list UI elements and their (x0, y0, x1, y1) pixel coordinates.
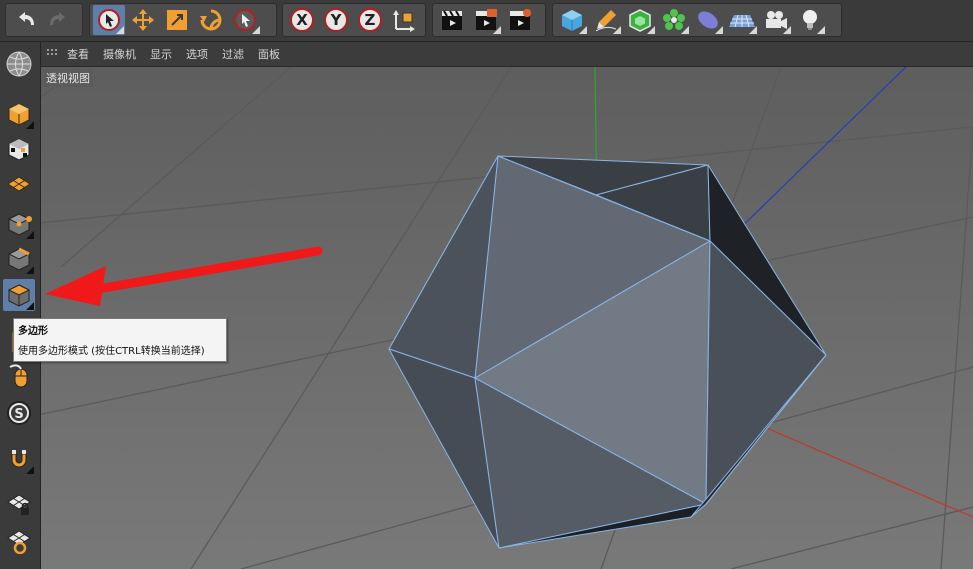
viewport-title: 透视视图 (43, 69, 93, 87)
planar-workplane-button[interactable] (3, 525, 35, 557)
rotate-icon (200, 9, 222, 31)
solo-icon: S (7, 401, 31, 425)
workplane-mode-button[interactable] (3, 168, 35, 200)
menu-filter[interactable]: 过滤 (222, 46, 244, 62)
workplane-grid-icon (7, 176, 31, 192)
viewport-handle-icon (47, 49, 57, 55)
menu-view[interactable]: 查看 (67, 46, 89, 62)
render-to-picture-viewer-button[interactable] (470, 5, 502, 35)
camera-object-button[interactable] (760, 5, 792, 35)
y-axis-label: Y (330, 11, 342, 29)
render-settings-icon (510, 9, 531, 30)
texture-checker-icon (8, 138, 30, 161)
viewport-globe-button[interactable] (3, 48, 35, 80)
menu-camera[interactable]: 摄像机 (103, 46, 136, 62)
live-selection-button[interactable] (93, 5, 125, 35)
selection-tool-button[interactable] (229, 5, 261, 35)
camera-icon (766, 11, 787, 29)
coordinate-system-button[interactable] (388, 5, 420, 35)
tweak-mode-button[interactable] (3, 360, 35, 392)
subdivision-icon (629, 9, 651, 32)
tooltip-title: 多边形 (18, 326, 48, 337)
y-axis-lock-button[interactable]: Y (320, 5, 352, 35)
live-selection-icon (98, 9, 120, 31)
array-icon (663, 9, 685, 30)
x-axis-label: X (296, 11, 308, 29)
redo-icon (50, 12, 65, 25)
z-axis-label: Z (364, 11, 376, 29)
main-toolbar: X Y Z (0, 0, 973, 42)
menu-panel[interactable]: 面板 (258, 46, 280, 62)
scale-button[interactable] (161, 5, 193, 35)
light-bulb-icon (803, 10, 817, 30)
transform-tools-group (89, 3, 277, 37)
move-icon (132, 9, 154, 31)
move-button[interactable] (127, 5, 159, 35)
x-axis-lock-button[interactable]: X (286, 5, 318, 35)
z-axis-lock-button[interactable]: Z (354, 5, 386, 35)
polygon-mode-button[interactable] (3, 279, 35, 311)
floor-object-button[interactable] (726, 5, 758, 35)
scale-icon (167, 10, 187, 30)
viewport-menubar: 查看 摄像机 显示 选项 过滤 面板 (41, 42, 973, 67)
light-object-button[interactable] (794, 5, 826, 35)
object-tools-group (552, 3, 842, 37)
undo-redo-group (5, 3, 83, 37)
texture-mode-button[interactable] (3, 133, 35, 165)
solo-mode-button[interactable]: S (3, 397, 35, 429)
pen-icon (595, 10, 617, 32)
cube-icon (562, 10, 582, 31)
subdivision-surface-button[interactable] (624, 5, 656, 35)
polygon-mode-tooltip: 多边形 使用多边形模式 (按住CTRL转换当前选择) (13, 318, 227, 362)
mouse-icon (9, 364, 28, 388)
rotate-button[interactable] (195, 5, 227, 35)
edge-mode-button[interactable] (3, 243, 35, 275)
bend-deformer-icon (698, 11, 718, 29)
clapper-icon (442, 10, 462, 30)
render-view-button[interactable] (436, 5, 468, 35)
grid-lock-icon (7, 494, 31, 515)
point-mode-button[interactable] (3, 208, 35, 240)
array-object-button[interactable] (658, 5, 690, 35)
menu-display[interactable]: 显示 (150, 46, 172, 62)
render-picture-icon (476, 9, 497, 30)
deformer-button[interactable] (692, 5, 724, 35)
grid-rotate-icon (7, 530, 31, 554)
axis-lock-group: X Y Z (282, 3, 426, 37)
coordinate-system-icon (393, 10, 415, 32)
lock-workplane-button[interactable] (3, 488, 35, 520)
globe-icon (6, 51, 32, 77)
undo-icon (19, 12, 34, 25)
pen-spline-button[interactable] (590, 5, 622, 35)
redo-button[interactable] (43, 5, 75, 35)
undo-button[interactable] (9, 5, 41, 35)
cursor-icon (234, 9, 256, 31)
snap-button[interactable] (3, 443, 35, 475)
menu-options[interactable]: 选项 (186, 46, 208, 62)
left-mode-palette: S (0, 42, 41, 569)
svg-text:S: S (14, 407, 23, 422)
tooltip-description: 使用多边形模式 (按住CTRL转换当前选择) (18, 346, 205, 357)
model-mode-button[interactable] (3, 98, 35, 130)
render-settings-button[interactable] (504, 5, 536, 35)
floor-grid-icon (729, 14, 755, 28)
cube-object-button[interactable] (556, 5, 588, 35)
render-group (432, 3, 546, 37)
